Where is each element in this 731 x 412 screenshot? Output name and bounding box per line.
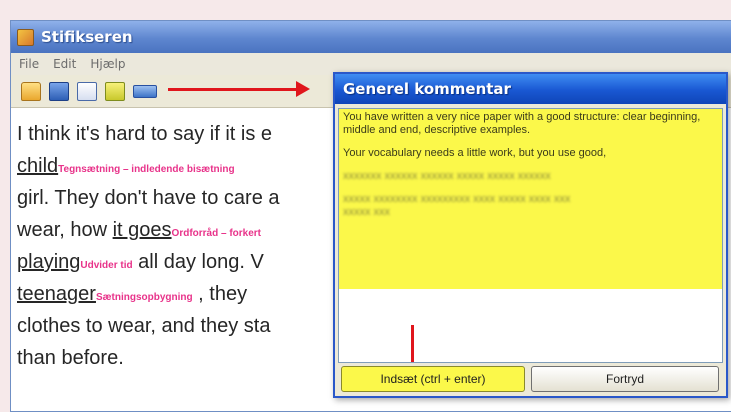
red-arrow-right [168, 81, 310, 97]
comment-paragraph: Your vocabulary needs a little work, but… [343, 147, 607, 159]
annotation-label: Udvider tid [80, 260, 133, 271]
app-icon [17, 28, 34, 46]
doc-line: girl. They don't have to care a [17, 187, 280, 209]
annotation-label: Sætningsopbygning [95, 292, 193, 303]
doc-line: I think it's hard to say if it is e [17, 123, 273, 145]
document-text[interactable]: I think it's hard to say if it is e chil… [17, 118, 347, 374]
doc-line: than before. [17, 347, 124, 369]
flagged-word[interactable]: child [17, 155, 58, 177]
save-icon[interactable] [49, 81, 69, 101]
doc-line: childTegnsætning – indledende bisætning [17, 150, 347, 182]
doc-line: wear, how it goesOrdforråd – forkert [17, 219, 262, 241]
window-title: Stifikseren [41, 28, 133, 46]
blurred-text: xxxxx xxxxxxxx xxxxxxxxx xxxx xxxxx xxxx… [343, 193, 571, 218]
blurred-text: xxxxxxx xxxxxx xxxxxx xxxxx xxxxx xxxxxx [343, 170, 551, 182]
edit-icon[interactable] [77, 81, 97, 101]
red-arrow-down [411, 325, 414, 362]
flagged-word[interactable]: teenager [17, 283, 96, 305]
panel-icon[interactable] [133, 84, 157, 98]
doc-line: playingUdvider tid all day long. V [17, 251, 264, 273]
insert-button[interactable]: Indsæt (ctrl + enter) [341, 366, 525, 392]
menu-edit[interactable]: Edit [53, 57, 76, 71]
comment-icon[interactable] [105, 81, 125, 101]
flagged-word[interactable]: playing [17, 251, 80, 273]
comment-textarea[interactable]: You have written a very nice paper with … [338, 108, 723, 363]
annotation-label: Ordforråd – forkert [171, 228, 262, 239]
dialog-title[interactable]: Generel kommentar [335, 74, 726, 104]
highlighted-comment: You have written a very nice paper with … [339, 109, 722, 289]
doc-line: teenagerSætningsopbygning , they [17, 283, 248, 305]
menu-file[interactable]: File [19, 57, 39, 71]
annotation-label: Tegnsætning – indledende bisætning [58, 164, 235, 175]
menu-help[interactable]: Hjælp [90, 57, 125, 71]
doc-line: clothes to wear, and they sta [17, 315, 271, 337]
flagged-word[interactable]: it goes [113, 219, 172, 241]
cancel-button[interactable]: Fortryd [531, 366, 719, 392]
title-bar[interactable]: Stifikseren [11, 21, 731, 53]
comment-paragraph: You have written a very nice paper with … [343, 111, 701, 136]
general-comment-dialog: Generel kommentar You have written a ver… [333, 72, 728, 398]
folder-open-icon[interactable] [21, 81, 41, 101]
